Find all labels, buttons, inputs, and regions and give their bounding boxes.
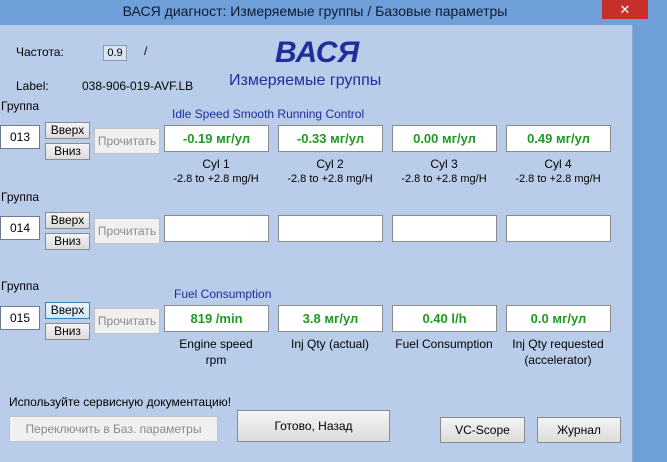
value-field <box>164 215 269 242</box>
value-field <box>506 215 611 242</box>
read-button[interactable]: Прочитать <box>94 308 160 334</box>
field-name: Inj Qty requested <box>512 337 604 351</box>
field-name: Engine speed <box>179 337 253 351</box>
window-title: ВАСЯ диагност: Измеряемые группы / Базов… <box>122 3 508 19</box>
label-caption: Label: <box>16 79 49 93</box>
value-field: 3.8 мг/ул <box>278 305 383 332</box>
section-title: Fuel Consumption <box>174 287 272 301</box>
group-number-input[interactable]: 014 <box>0 216 40 240</box>
group-label: Группа <box>1 279 40 293</box>
read-button[interactable]: Прочитать <box>94 128 160 154</box>
value-field: -0.33 мг/ул <box>278 125 383 152</box>
value-field: 819 /min <box>164 305 269 332</box>
brand-logo-text: ВАСЯ <box>275 36 360 69</box>
frequency-label: Частота: <box>16 45 64 59</box>
switch-basic-params-button[interactable]: Переключить в Баз. параметры <box>9 416 218 442</box>
field-name: Cyl 3 <box>430 157 458 171</box>
field-range: -2.8 to +2.8 mg/H <box>401 173 487 185</box>
journal-button[interactable]: Журнал <box>537 417 621 443</box>
group-up-button[interactable]: Вверх <box>45 302 90 319</box>
read-button[interactable]: Прочитать <box>94 218 160 244</box>
group-down-button[interactable]: Вниз <box>45 323 90 340</box>
field-range: -2.8 to +2.8 mg/H <box>287 173 373 185</box>
field-name: Fuel Consumption <box>395 337 493 351</box>
field-range: -2.8 to +2.8 mg/H <box>515 173 601 185</box>
title-bar: ВАСЯ диагност: Измеряемые группы / Базов… <box>0 0 667 24</box>
label-value: 038-906-019-AVF.LB <box>82 79 194 93</box>
window-side-frame <box>634 25 667 462</box>
service-hint: Используйте сервисную документацию! <box>9 395 232 409</box>
group-down-button[interactable]: Вниз <box>45 233 90 250</box>
group-label: Группа <box>1 99 40 113</box>
field-name: Cyl 4 <box>544 157 572 171</box>
value-field: 0.49 мг/ул <box>506 125 611 152</box>
group-number-input[interactable]: 015 <box>0 306 40 330</box>
section-title: Idle Speed Smooth Running Control <box>172 107 365 121</box>
value-field: 0.40 l/h <box>392 305 497 332</box>
field-name: Cyl 2 <box>316 157 344 171</box>
close-button[interactable]: ✕ <box>602 0 648 19</box>
main-panel: Частота: 0.9 / Label: 038-906-019-AVF.LB… <box>0 25 633 462</box>
value-field <box>392 215 497 242</box>
group-down-button[interactable]: Вниз <box>45 143 90 160</box>
field-name-line2: rpm <box>205 353 227 367</box>
value-field: 0.00 мг/ул <box>392 125 497 152</box>
group-number-input[interactable]: 013 <box>0 125 40 149</box>
frequency-value: 0.9 <box>103 45 127 61</box>
field-name-line2: (accelerator) <box>524 353 592 367</box>
page-subtitle: Измеряемые группы <box>229 72 382 89</box>
field-name: Inj Qty (actual) <box>290 337 370 351</box>
done-back-button[interactable]: Готово, Назад <box>237 410 390 442</box>
group-label: Группа <box>1 190 40 204</box>
frequency-slash: / <box>144 44 148 58</box>
vc-scope-button[interactable]: VC-Scope <box>440 417 525 443</box>
group-up-button[interactable]: Вверх <box>45 122 90 139</box>
group-up-button[interactable]: Вверх <box>45 212 90 229</box>
value-field: 0.0 мг/ул <box>506 305 611 332</box>
value-field <box>278 215 383 242</box>
value-field: -0.19 мг/ул <box>164 125 269 152</box>
field-name: Cyl 1 <box>202 157 230 171</box>
application-window: ВАСЯ диагност: Измеряемые группы / Базов… <box>0 0 667 462</box>
field-range: -2.8 to +2.8 mg/H <box>173 173 259 185</box>
